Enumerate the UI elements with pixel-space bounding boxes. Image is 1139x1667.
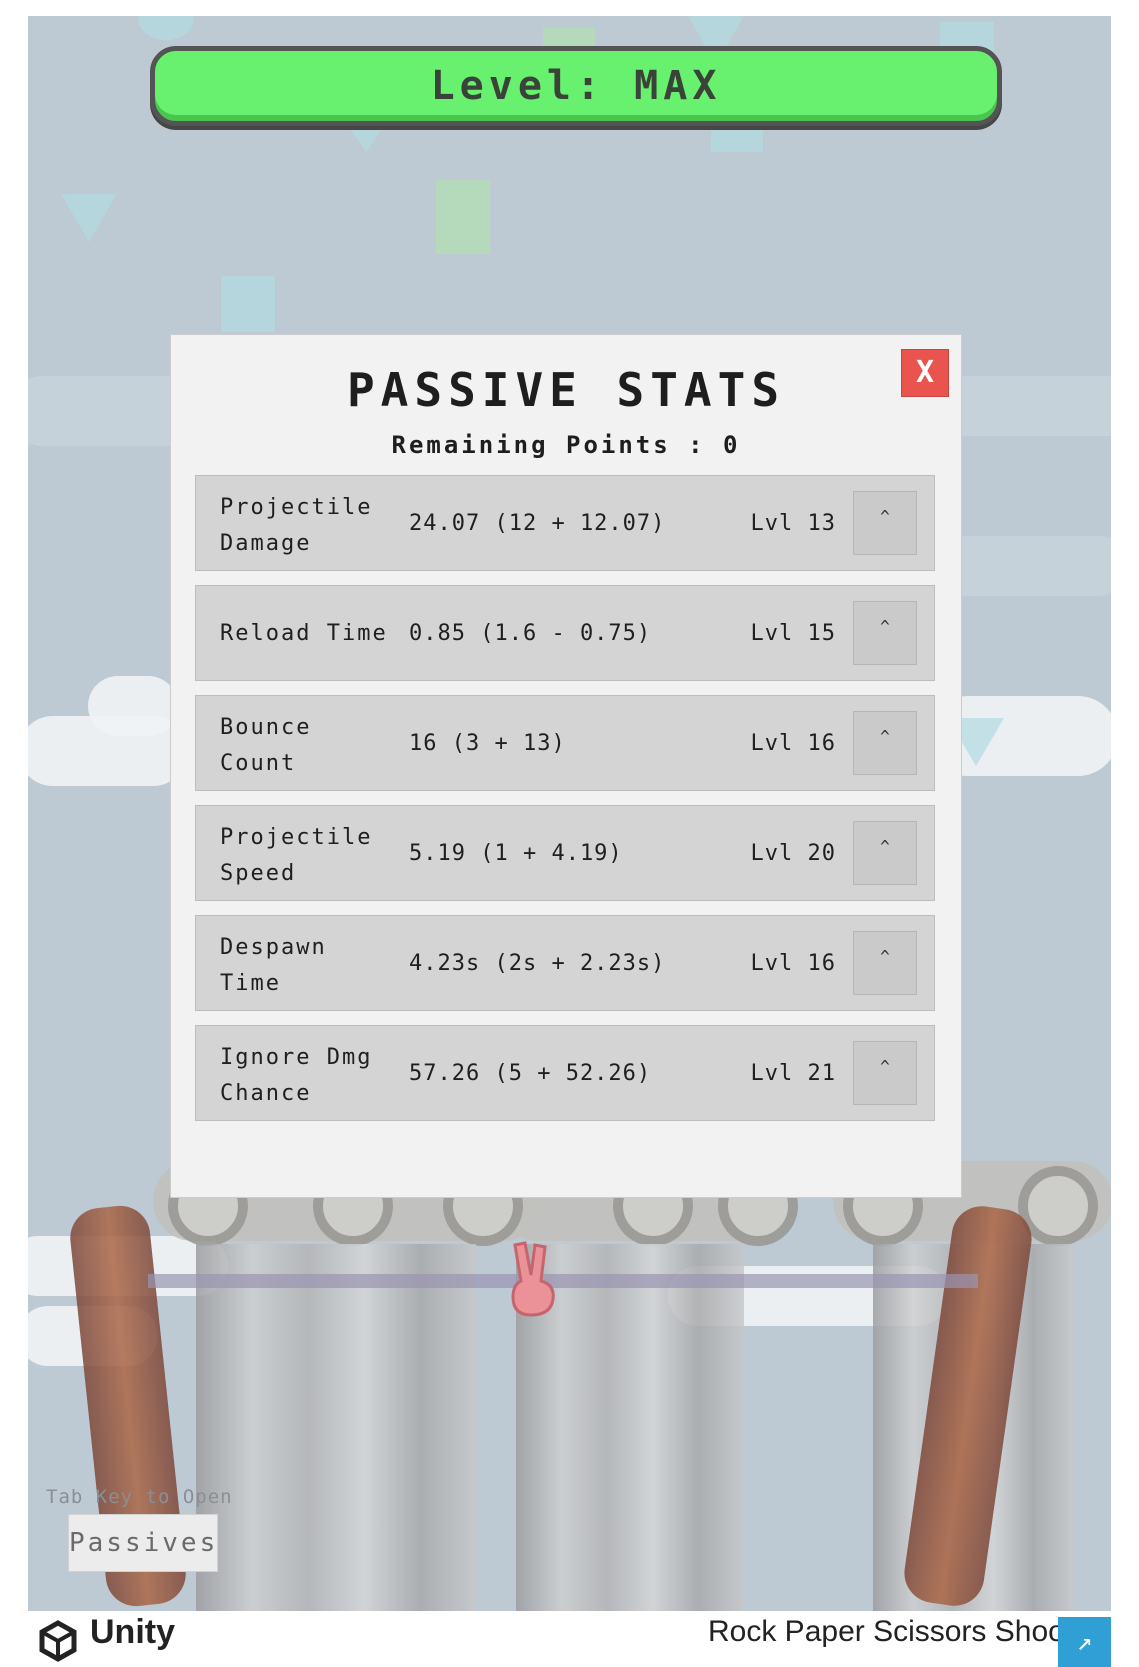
stat-value: 4.23s (2s + 2.23s) (409, 951, 666, 976)
passives-button[interactable]: Passives (68, 1514, 218, 1572)
game-canvas[interactable]: Level: MAX PASSIVE STATS Remaining Point… (28, 16, 1111, 1611)
upgrade-button[interactable]: ^ (853, 491, 917, 555)
stat-row-projectile-damage: Projectile Damage 24.07 (12 + 12.07) Lvl… (195, 475, 935, 571)
upgrade-button[interactable]: ^ (853, 711, 917, 775)
stat-name: Despawn Time (220, 935, 327, 996)
stat-value: 5.19 (1 + 4.19) (409, 841, 623, 866)
stat-level: Lvl 20 (750, 841, 836, 866)
tab-key-hint: Tab Key to Open (46, 1486, 233, 1508)
stat-value: 57.26 (5 + 52.26) (409, 1061, 652, 1086)
stat-value: 24.07 (12 + 12.07) (409, 511, 666, 536)
close-button[interactable]: X (901, 349, 949, 397)
stat-value: 16 (3 + 13) (409, 731, 566, 756)
unity-logo-icon (39, 1620, 77, 1662)
stat-row-ignore-dmg-chance: Ignore Dmg Chance 57.26 (5 + 52.26) Lvl … (195, 1025, 935, 1121)
upgrade-button[interactable]: ^ (853, 1041, 917, 1105)
stat-row-projectile-speed: Projectile Speed 5.19 (1 + 4.19) Lvl 20 … (195, 805, 935, 901)
stat-row-reload-time: Reload Time 0.85 (1.6 - 0.75) Lvl 15 ^ (195, 585, 935, 681)
remaining-points: Remaining Points : 0 (391, 431, 741, 459)
passive-stats-panel: PASSIVE STATS Remaining Points : 0 X Pro… (170, 334, 962, 1198)
stat-row-bounce-count: Bounce Count 16 (3 + 13) Lvl 16 ^ (195, 695, 935, 791)
stat-name: Bounce Count (220, 715, 312, 776)
stat-level: Lvl 21 (750, 1061, 836, 1086)
game-title: Rock Paper Scissors Shoot (708, 1615, 1074, 1648)
unity-brand-text: Unity (90, 1613, 175, 1651)
stat-level: Lvl 16 (750, 731, 836, 756)
stat-name: Reload Time (220, 621, 388, 646)
upgrade-button[interactable]: ^ (853, 601, 917, 665)
upgrade-button[interactable]: ^ (853, 821, 917, 885)
stat-level: Lvl 13 (750, 511, 836, 536)
stat-name: Ignore Dmg Chance (220, 1045, 373, 1106)
stat-name: Projectile Speed (220, 825, 373, 886)
stat-row-despawn-time: Despawn Time 4.23s (2s + 2.23s) Lvl 16 ^ (195, 915, 935, 1011)
stat-level: Lvl 15 (750, 621, 836, 646)
panel-title: PASSIVE STATS (346, 363, 786, 417)
unity-footer: Unity Rock Paper Scissors Shoot ↗ (28, 1611, 1111, 1667)
fullscreen-icon[interactable]: ↗ (1058, 1617, 1111, 1667)
stat-value: 0.85 (1.6 - 0.75) (409, 621, 652, 646)
stat-level: Lvl 16 (750, 951, 836, 976)
stat-name: Projectile Damage (220, 495, 373, 556)
upgrade-button[interactable]: ^ (853, 931, 917, 995)
